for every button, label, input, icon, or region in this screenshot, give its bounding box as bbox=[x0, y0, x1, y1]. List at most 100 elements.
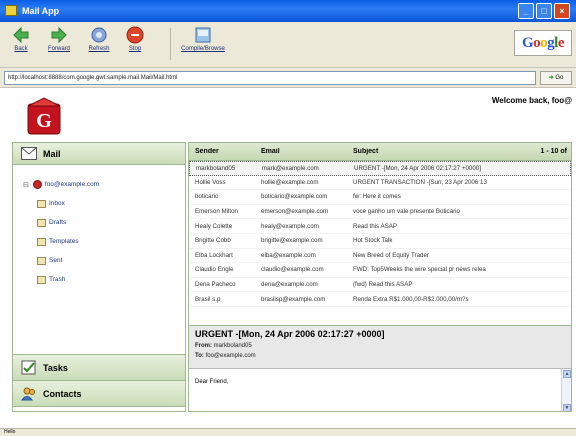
table-row[interactable]: Brigitte Cobb brigitte@example.com Hot Sto… bbox=[189, 234, 571, 249]
row-sender: Emerson Milton bbox=[195, 208, 238, 216]
row-subject: Read this ASAP bbox=[353, 222, 398, 230]
preview-scrollbar[interactable]: ▲ ▼ bbox=[561, 369, 571, 411]
table-row[interactable]: Emerson Milton emerson@example.com voce ga… bbox=[189, 205, 571, 220]
message-count: 1 - 10 of bbox=[540, 148, 567, 155]
preview-body-text: Dear Friend, bbox=[195, 379, 229, 385]
message-list: markboland05 mark@example.com URGENT -[Mon… bbox=[189, 161, 571, 307]
table-row[interactable]: boticario boticario@example.com fw: Here i… bbox=[189, 190, 571, 205]
drafts-icon bbox=[37, 218, 46, 227]
row-subject: URGENT -[Mon, 24 Apr 2006 02:17:27 +0000… bbox=[354, 164, 481, 172]
preview-to: foo@example.com bbox=[205, 353, 256, 359]
table-row[interactable]: Brasil s.p brasilsp@example.com Renda Extr… bbox=[189, 292, 571, 307]
message-panel: Sender Email Subject 1 - 10 of markbolan… bbox=[188, 142, 572, 412]
row-email: mark@example.com bbox=[262, 164, 319, 172]
row-email: claudio@example.com bbox=[261, 266, 324, 274]
url-field[interactable]: http://localhost:8888/com.google.gwt.sam… bbox=[4, 71, 536, 85]
expand-icon[interactable]: ⊟ bbox=[23, 181, 29, 189]
forward-arrow-icon bbox=[51, 26, 67, 44]
contacts-section-header[interactable]: Contacts bbox=[13, 381, 185, 407]
row-sender: Elba Lockhart bbox=[195, 251, 233, 259]
forward-button[interactable]: Forward bbox=[42, 26, 76, 52]
row-sender: Hollie Voss bbox=[195, 178, 226, 186]
toolbar: Back Forward Refresh Stop Compile/Browse… bbox=[0, 22, 576, 68]
account-node[interactable]: ⊟ foo@example.com bbox=[23, 175, 185, 194]
envelope-icon bbox=[21, 147, 37, 160]
sidebar: Mail ⊟ foo@example.com Inbox Drafts Temp… bbox=[12, 142, 186, 412]
row-sender: Brasil s.p bbox=[195, 295, 221, 303]
compile-icon bbox=[195, 27, 211, 43]
folder-templates[interactable]: Templates bbox=[23, 232, 185, 251]
row-subject: FWD: Top5Weeks the wire special pr news … bbox=[353, 266, 486, 274]
folder-drafts[interactable]: Drafts bbox=[23, 213, 185, 232]
back-button[interactable]: Back bbox=[4, 26, 38, 52]
stop-icon bbox=[126, 26, 144, 44]
tasks-section-header[interactable]: Tasks bbox=[13, 355, 185, 381]
welcome-message: Welcome back, foo@ bbox=[491, 96, 572, 105]
row-sender: Claudio Engle bbox=[195, 266, 234, 274]
row-email: emerson@example.com bbox=[261, 208, 329, 216]
folder-sent[interactable]: Sent bbox=[23, 251, 185, 270]
table-row[interactable]: Dena Pacheco dena@example.com (fwd) Read t… bbox=[189, 278, 571, 293]
row-subject: Hot Stock Talk bbox=[353, 237, 393, 245]
mailbox-tree: ⊟ foo@example.com Inbox Drafts Templates… bbox=[13, 165, 185, 355]
column-sender[interactable]: Sender bbox=[189, 148, 257, 155]
from-label: From: bbox=[195, 343, 212, 349]
row-email: boticario@example.com bbox=[261, 193, 328, 201]
folder-trash[interactable]: Trash bbox=[23, 270, 185, 289]
address-bar: http://localhost:8888/com.google.gwt.sam… bbox=[0, 68, 576, 88]
row-subject: fw: Here it comes bbox=[353, 193, 401, 201]
to-label: To: bbox=[195, 353, 204, 359]
preview-header: URGENT -[Mon, 24 Apr 2006 02:17:27 +0000… bbox=[189, 325, 571, 369]
table-row[interactable]: markboland05 mark@example.com URGENT -[Mon… bbox=[189, 161, 571, 176]
preview-from: markboland05 bbox=[213, 343, 252, 349]
svg-text:G: G bbox=[36, 110, 52, 132]
compile-browse-button[interactable]: Compile/Browse bbox=[176, 26, 230, 52]
row-sender: markboland05 bbox=[196, 164, 236, 172]
go-button[interactable]: ➔ Go bbox=[540, 71, 572, 85]
go-arrow-icon: ➔ bbox=[548, 75, 554, 81]
row-subject: voce ganho um vale presente Boticario bbox=[353, 208, 460, 216]
stop-button[interactable]: Stop bbox=[118, 26, 152, 52]
row-subject: URGENT TRANSACTION -[Sun, 23 Apr 2006 13 bbox=[353, 178, 487, 186]
row-email: brasilsp@example.com bbox=[261, 295, 326, 303]
window-title: Mail App bbox=[22, 6, 60, 16]
mail-section-header[interactable]: Mail bbox=[13, 143, 185, 165]
table-row[interactable]: Claudio Engle claudio@example.com FWD: Top… bbox=[189, 263, 571, 278]
table-row[interactable]: Hollie Voss hollie@example.com URGENT TRAN… bbox=[189, 176, 571, 191]
folder-inbox[interactable]: Inbox bbox=[23, 194, 185, 213]
google-logo: Google bbox=[514, 30, 572, 56]
title-bar: Mail App _ □ × bbox=[0, 0, 576, 22]
toolbar-separator bbox=[170, 28, 171, 60]
column-subject[interactable]: Subject bbox=[349, 148, 531, 155]
templates-icon bbox=[37, 237, 46, 246]
message-preview: URGENT -[Mon, 24 Apr 2006 02:17:27 +0000… bbox=[189, 325, 571, 411]
preview-subject: URGENT -[Mon, 24 Apr 2006 02:17:27 +0000… bbox=[195, 329, 385, 339]
back-arrow-icon bbox=[13, 26, 29, 44]
status-text: Hello bbox=[4, 429, 16, 435]
inbox-icon bbox=[37, 199, 46, 208]
table-row[interactable]: Healy Colette healy@example.com Read this … bbox=[189, 219, 571, 234]
row-subject: Renda Extra R$1.000,00-R$2.000,00/m?s bbox=[353, 295, 469, 303]
contacts-icon bbox=[21, 387, 35, 401]
tasks-icon bbox=[21, 360, 36, 375]
minimize-button[interactable]: _ bbox=[518, 3, 534, 19]
maximize-button[interactable]: □ bbox=[536, 3, 552, 19]
account-icon bbox=[32, 180, 42, 189]
scroll-down-icon[interactable]: ▼ bbox=[563, 404, 571, 411]
row-email: hollie@example.com bbox=[261, 178, 319, 186]
row-sender: boticario bbox=[195, 193, 219, 201]
row-subject: (fwd) Read this ASAP bbox=[353, 281, 413, 289]
close-button[interactable]: × bbox=[554, 3, 570, 19]
table-row[interactable]: Elba Lockhart elba@example.com New Breed o… bbox=[189, 249, 571, 264]
message-list-header: Sender Email Subject 1 - 10 of bbox=[189, 143, 571, 161]
app-icon bbox=[5, 5, 17, 16]
preview-body: Dear Friend, ▲ ▼ bbox=[189, 369, 571, 411]
row-email: dena@example.com bbox=[261, 281, 318, 289]
column-email[interactable]: Email bbox=[257, 148, 349, 155]
row-subject: New Breed of Equity Trader bbox=[353, 251, 430, 259]
mail-logo-icon: G bbox=[27, 97, 61, 135]
row-sender: Dena Pacheco bbox=[195, 281, 236, 289]
scroll-up-icon[interactable]: ▲ bbox=[563, 370, 571, 378]
row-sender: Brigitte Cobb bbox=[195, 237, 231, 245]
refresh-button[interactable]: Refresh bbox=[82, 26, 116, 52]
